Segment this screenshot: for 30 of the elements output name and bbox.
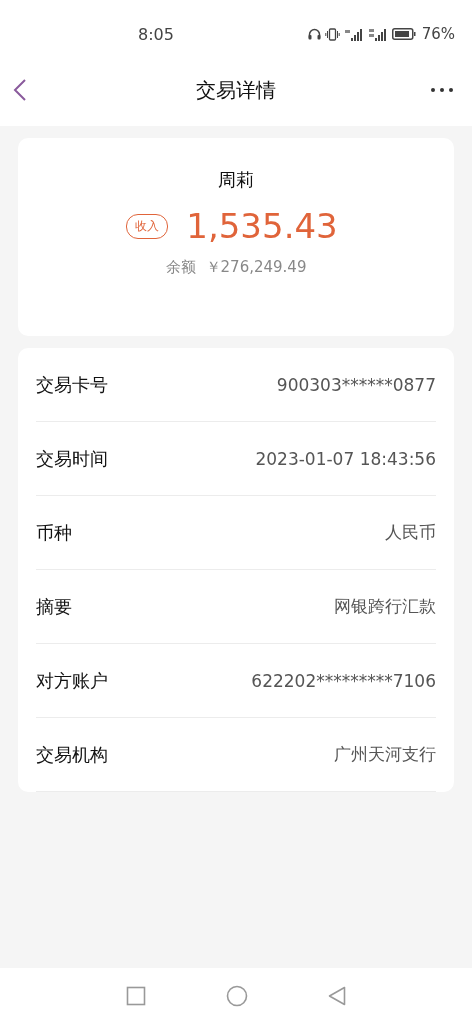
detail-value: 622202*********7106 xyxy=(251,670,436,691)
vibrate-icon xyxy=(324,27,340,41)
back-icon[interactable] xyxy=(328,986,346,1006)
detail-label: 交易机构 xyxy=(36,742,108,767)
detail-label: 对方账户 xyxy=(36,668,108,693)
balance-label: 余额 xyxy=(165,258,196,277)
battery-percentage: 76% xyxy=(421,25,455,43)
income-tag: 收入 xyxy=(126,213,169,239)
detail-label: 摘要 xyxy=(36,594,72,619)
balance-value: ￥276,249.49 xyxy=(205,258,307,277)
detail-label: 交易时间 xyxy=(36,446,108,471)
back-icon[interactable] xyxy=(13,78,27,102)
payer-name: 周莉 xyxy=(218,168,254,192)
detail-value: 人民币 xyxy=(385,521,436,544)
detail-value: 网银跨行汇款 xyxy=(334,595,436,618)
detail-label: 币种 xyxy=(36,520,72,545)
recent-apps-icon[interactable] xyxy=(126,986,146,1006)
home-icon[interactable] xyxy=(226,985,248,1007)
detail-value: 900303******0877 xyxy=(276,374,436,395)
signal-icon xyxy=(367,27,388,41)
amount: 1,535.43 xyxy=(186,206,338,246)
detail-value: 广州天河支行 xyxy=(334,743,436,766)
headphones-icon xyxy=(307,28,321,40)
detail-value: 2023-01-07 18:43:56 xyxy=(255,448,436,469)
detail-label: 交易卡号 xyxy=(36,372,108,397)
battery-icon xyxy=(391,28,416,40)
signal-icon xyxy=(343,27,364,41)
page-title: 交易详情 xyxy=(196,76,276,104)
status-time: 8:05 xyxy=(138,24,174,44)
more-icon[interactable] xyxy=(430,87,454,93)
